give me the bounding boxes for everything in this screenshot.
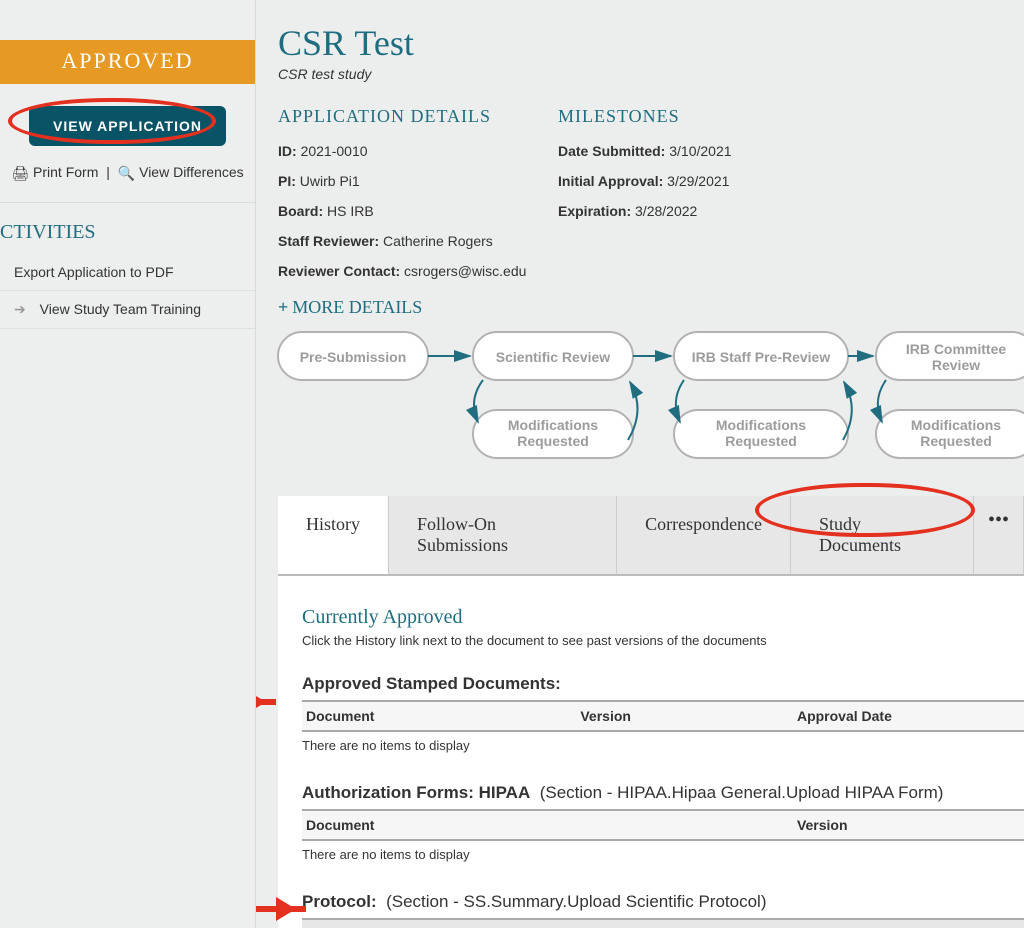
activities-header: CTIVITIES xyxy=(0,203,255,254)
milestone-approval: 3/29/2021 xyxy=(667,173,729,189)
milestones-header: MILESTONES xyxy=(558,106,838,127)
svg-text:Scientific Review: Scientific Review xyxy=(496,349,610,365)
svg-text:Modifications: Modifications xyxy=(716,417,806,433)
tab-more[interactable]: ••• xyxy=(974,496,1024,574)
separator: | xyxy=(106,164,110,180)
study-documents-body: Currently Approved Click the History lin… xyxy=(278,576,1024,928)
tabs-panel: History Follow-On Submissions Correspond… xyxy=(278,496,1024,928)
approved-stamped-title: Approved Stamped Documents: xyxy=(302,674,1024,694)
approved-stamped-table: Document Version Approval Date xyxy=(302,700,1024,732)
milestone-submitted: 3/10/2021 xyxy=(669,143,731,159)
currently-approved-header: Currently Approved xyxy=(302,606,1024,629)
detail-id: 2021-0010 xyxy=(301,143,368,159)
view-differences-link[interactable]: View Differences xyxy=(139,164,244,180)
approved-stamped-empty: There are no items to display xyxy=(302,732,1024,783)
tab-strip: History Follow-On Submissions Correspond… xyxy=(278,496,1024,576)
annotation-arrow xyxy=(256,906,306,912)
col-approval-date: Approval Date xyxy=(793,701,1024,731)
annotation-arrow xyxy=(256,699,276,705)
svg-text:Requested: Requested xyxy=(920,433,992,449)
page-subtitle: CSR test study xyxy=(278,66,1024,82)
detail-pi: Uwirb Pi1 xyxy=(300,173,360,189)
arrow-right-icon: ➔ xyxy=(14,301,26,317)
svg-text:Pre-Submission: Pre-Submission xyxy=(300,349,407,365)
detail-board: HS IRB xyxy=(327,203,374,219)
view-training-activity[interactable]: ➔ View Study Team Training xyxy=(0,291,255,329)
col-document: Document xyxy=(302,919,822,928)
sidebar: APPROVED VIEW APPLICATION 🖨 Print Form |… xyxy=(0,0,256,928)
svg-text:IRB Staff Pre-Review: IRB Staff Pre-Review xyxy=(692,349,831,365)
col-version: Version xyxy=(822,919,1024,928)
view-application-button[interactable]: VIEW APPLICATION xyxy=(29,106,226,146)
tab-correspondence[interactable]: Correspondence xyxy=(617,496,791,574)
main-content: CSR Test CSR test study APPLICATION DETA… xyxy=(256,0,1024,928)
page-title: CSR Test xyxy=(278,22,1024,64)
print-icon: 🖨 xyxy=(11,165,29,182)
currently-approved-subtext: Click the History link next to the docum… xyxy=(302,633,1024,648)
search-icon: 🔍 xyxy=(118,165,135,182)
col-document: Document xyxy=(302,701,576,731)
protocol-table: Document Version ↺ protocol 0.01 xyxy=(302,918,1024,928)
svg-text:Modifications: Modifications xyxy=(911,417,1001,433)
tab-study-documents[interactable]: Study Documents xyxy=(791,496,974,574)
detail-staff: Catherine Rogers xyxy=(383,233,493,249)
svg-text:Modifications: Modifications xyxy=(508,417,598,433)
tab-follow-on[interactable]: Follow-On Submissions xyxy=(389,496,617,574)
col-version: Version xyxy=(793,810,1024,840)
application-details-header: APPLICATION DETAILS xyxy=(278,106,558,127)
protocol-title: Protocol: (Section - SS.Summary.Upload S… xyxy=(302,892,1024,912)
col-version: Version xyxy=(576,701,793,731)
milestone-expiration: 3/28/2022 xyxy=(635,203,697,219)
hipaa-title: Authorization Forms: HIPAA (Section - HI… xyxy=(302,783,1024,803)
svg-text:Requested: Requested xyxy=(517,433,589,449)
detail-contact: csrogers@wisc.edu xyxy=(404,263,526,279)
col-document: Document xyxy=(302,810,793,840)
tab-history[interactable]: History xyxy=(278,496,389,574)
svg-text:Requested: Requested xyxy=(725,433,797,449)
print-form-link[interactable]: Print Form xyxy=(33,164,98,180)
svg-text:IRB Committee: IRB Committee xyxy=(906,341,1007,357)
svg-text:Review: Review xyxy=(932,357,980,373)
status-badge: APPROVED xyxy=(0,40,255,84)
export-pdf-activity[interactable]: Export Application to PDF xyxy=(0,254,255,291)
more-details-toggle[interactable]: +MORE DETAILS xyxy=(278,297,1024,318)
hipaa-empty: There are no items to display xyxy=(302,841,1024,892)
hipaa-table: Document Version xyxy=(302,809,1024,841)
plus-icon: + xyxy=(278,297,288,317)
workflow-diagram: Pre-Submission Scientific Review IRB Sta… xyxy=(278,330,1024,470)
